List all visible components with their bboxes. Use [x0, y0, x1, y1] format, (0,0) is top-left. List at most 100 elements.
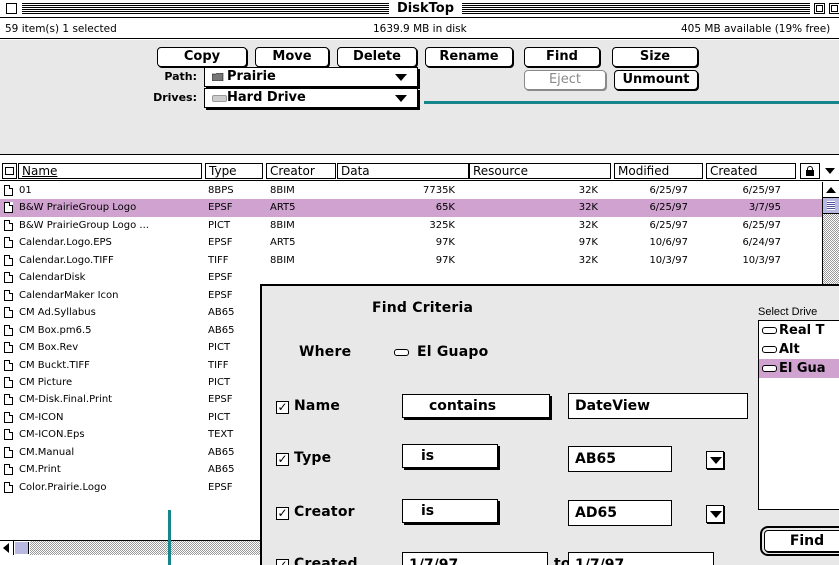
creator-checkbox[interactable]: ✓	[276, 507, 289, 520]
table-row[interactable]: 01 8BPS 8BIM 7735K 32K 6/25/97 6/25/97	[0, 182, 822, 199]
type-operator-popup[interactable]: is	[402, 444, 498, 468]
column-data[interactable]: Data	[337, 163, 469, 179]
drive-name: Alt	[779, 342, 800, 357]
type-value-field[interactable]: AB65	[568, 446, 672, 472]
cell-type: TIFF	[208, 254, 229, 266]
creator-value-field[interactable]: AD65	[568, 500, 672, 526]
column-headers: Name Type Creator Data Resource Modified…	[0, 161, 839, 181]
column-type[interactable]: Type	[205, 163, 263, 179]
cell-name: Calendar.Logo.EPS	[19, 237, 112, 249]
cell-created: 6/25/97	[742, 185, 781, 196]
delete-button[interactable]: Delete	[337, 47, 417, 67]
find-submit-button[interactable]: Find	[764, 530, 839, 552]
cell-resource: 97K	[578, 237, 598, 249]
table-row[interactable]: B&W PrairieGroup Logo EPSF ART5 65K 32K 6/25/…	[0, 199, 822, 217]
drives-label: Drives:	[153, 91, 197, 104]
name-checkbox[interactable]: ✓	[276, 401, 289, 414]
column-modified[interactable]: Modified	[614, 163, 703, 179]
created-to-field[interactable]: 1/7/97	[568, 552, 714, 565]
type-checkbox[interactable]: ✓	[276, 453, 289, 466]
cell-type: EPSF	[208, 394, 233, 406]
folder-icon	[212, 73, 224, 81]
drives-list[interactable]: Real T Alt El Gua	[758, 320, 839, 510]
scroll-up-arrow-icon[interactable]	[823, 182, 839, 198]
table-row[interactable]: Calendar.Logo.TIFF TIFF 8BIM 97K 32K 10/3/97 1…	[0, 252, 822, 269]
created-from-field[interactable]: 1/7/97	[402, 552, 548, 565]
column-resource[interactable]: Resource	[469, 163, 611, 179]
cell-data: 7735K	[422, 185, 455, 196]
cell-type: PICT	[208, 219, 231, 231]
disk-used: 1639.9 MB in disk	[373, 23, 467, 35]
cell-type: PICT	[208, 411, 231, 423]
collapse-box[interactable]	[829, 3, 839, 14]
hscroll-track[interactable]	[30, 541, 260, 555]
column-creator[interactable]: Creator	[266, 163, 336, 179]
zoom-box[interactable]	[814, 3, 825, 14]
toolbar-panel: Copy Move Delete Rename Find Size Path: …	[0, 40, 839, 155]
view-toggle-icon[interactable]	[2, 163, 17, 179]
find-button[interactable]: Find	[524, 47, 600, 67]
cell-modified: 10/3/97	[649, 254, 688, 266]
cell-creator: 8BIM	[270, 185, 295, 196]
cell-modified: 6/25/97	[649, 202, 688, 214]
rename-button[interactable]: Rename	[425, 47, 513, 67]
cell-name: B&W PrairieGroup Logo	[19, 202, 137, 214]
path-label: Path:	[164, 70, 197, 83]
name-operator-popup[interactable]: contains	[402, 394, 550, 418]
cell-created: 3/7/95	[748, 202, 781, 214]
chevron-down-icon	[710, 457, 722, 464]
type-label: Type	[294, 450, 332, 466]
cell-name: Color.Prairie.Logo	[19, 481, 107, 493]
creator-dropdown-button[interactable]	[706, 505, 724, 523]
scroll-left-arrow-icon[interactable]	[0, 541, 14, 555]
created-checkbox[interactable]: ✓	[276, 559, 289, 565]
column-name[interactable]: Name	[18, 163, 202, 179]
disk-available: 405 MB available (19% free)	[681, 23, 831, 35]
cell-modified: 6/25/97	[649, 185, 688, 196]
copy-button[interactable]: Copy	[157, 47, 247, 67]
document-icon	[4, 254, 13, 266]
cell-creator: 8BIM	[270, 254, 295, 266]
drive-item[interactable]: Alt	[759, 340, 839, 359]
name-value-field[interactable]: DateView	[568, 393, 748, 419]
cell-creator: 8BIM	[270, 219, 295, 231]
cell-type: AB65	[208, 464, 235, 476]
drives-popup[interactable]: Hard Drive	[204, 88, 418, 108]
cell-type: AB65	[208, 307, 235, 319]
cell-modified: 6/25/97	[649, 219, 688, 231]
type-dropdown-button[interactable]	[706, 451, 724, 469]
document-icon	[4, 237, 13, 249]
cell-name: CM Buckt.TIFF	[19, 359, 90, 371]
eject-button[interactable]: Eject	[524, 70, 606, 90]
table-row[interactable]: B&W PrairieGroup Logo ... PICT 8BIM 325K 32K…	[0, 217, 822, 234]
scroll-thumb[interactable]	[823, 198, 839, 214]
title-bar[interactable]: DiskTop	[0, 0, 839, 18]
column-created[interactable]: Created	[706, 163, 796, 179]
cell-creator: ART5	[270, 202, 296, 214]
callout-line	[424, 101, 839, 104]
cell-type: TIFF	[208, 359, 229, 371]
document-icon	[4, 411, 13, 423]
where-label: Where	[299, 344, 352, 360]
cell-name: CM Box.pm6.5	[19, 324, 92, 336]
cell-name: CM Box.Rev	[19, 342, 79, 354]
path-popup[interactable]: Prairie	[204, 67, 418, 87]
cell-resource: 32K	[578, 254, 598, 266]
horizontal-scrollbar[interactable]	[0, 540, 260, 565]
lock-icon[interactable]	[800, 163, 820, 179]
table-row[interactable]: Calendar.Logo.EPS EPSF ART5 97K 97K 10/6/97 6/…	[0, 234, 822, 251]
drive-item[interactable]: Real T	[759, 321, 839, 340]
columns-menu-icon[interactable]	[825, 168, 835, 174]
hscroll-thumb[interactable]	[15, 542, 29, 554]
document-icon	[4, 324, 13, 336]
drive-icon	[762, 346, 777, 353]
size-button[interactable]: Size	[612, 47, 698, 67]
move-button[interactable]: Move	[255, 47, 329, 67]
cell-created: 6/24/97	[742, 237, 781, 249]
hard-drive-icon	[212, 95, 227, 102]
select-drives-label: Select Drive	[758, 306, 818, 318]
drive-item-selected[interactable]: El Gua	[759, 359, 839, 378]
unmount-button[interactable]: Unmount	[614, 70, 698, 90]
creator-operator-popup[interactable]: is	[402, 499, 498, 523]
close-box[interactable]	[6, 3, 17, 14]
